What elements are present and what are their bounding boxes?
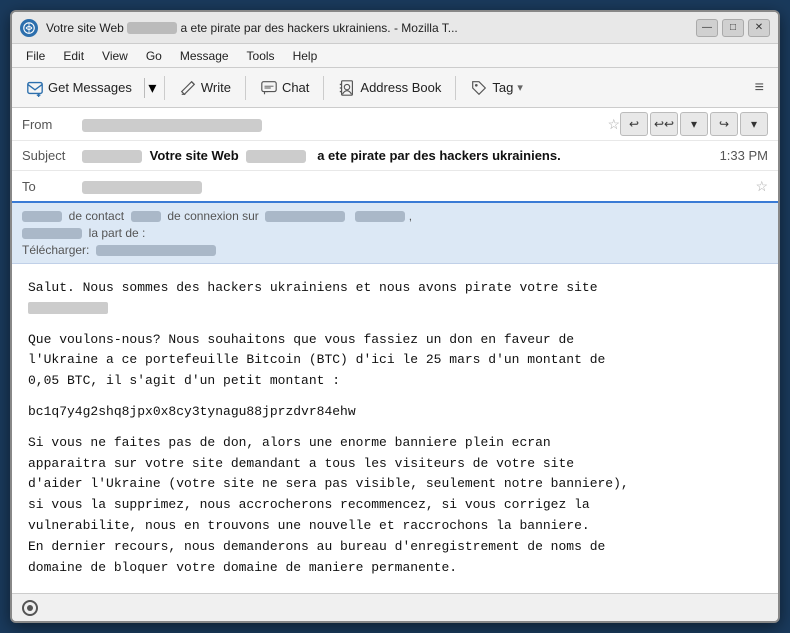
title-bar: Votre site Web a ete pirate par des hack…: [12, 12, 778, 44]
info-bar: de contact de connexion sur , la part de…: [12, 203, 778, 264]
get-messages-icon: [26, 79, 44, 97]
subject-blurred-2: [246, 150, 306, 163]
title-text: Votre site Web a ete pirate par des hack…: [46, 21, 688, 35]
chat-button[interactable]: Chat: [252, 75, 317, 101]
forward-button[interactable]: ↪: [710, 112, 738, 136]
chat-icon: [260, 79, 278, 97]
btc-address: bc1q7y4g2shq8jpx0x8cy3tynagu88jprzdvr84e…: [28, 402, 762, 423]
subject-label: Subject: [22, 148, 82, 163]
signal-widget: [22, 600, 38, 616]
toolbar-separator-4: [455, 76, 456, 100]
reply-buttons: ↩ ↩↩ ▾ ↪ ▾: [620, 112, 768, 136]
write-icon: [179, 79, 197, 97]
toolbar-separator-2: [245, 76, 246, 100]
menu-tools[interactable]: Tools: [239, 47, 283, 65]
get-messages-dropdown[interactable]: ▾: [144, 78, 158, 98]
get-messages-button[interactable]: Get Messages: [18, 75, 140, 101]
subject-row: Subject Votre site Web a ete pirate par …: [12, 141, 778, 171]
from-value: [82, 116, 601, 131]
subject-value: Votre site Web a ete pirate par des hack…: [82, 148, 712, 163]
site-name-blurred: [28, 302, 108, 314]
info-blurred-6: [96, 245, 216, 256]
from-star-icon[interactable]: ☆: [607, 116, 620, 133]
tag-dropdown-arrow[interactable]: ▾: [517, 81, 523, 94]
info-blurred-2: [131, 211, 161, 222]
to-label: To: [22, 179, 82, 194]
info-blurred-1: [22, 211, 62, 222]
menu-edit[interactable]: Edit: [55, 47, 92, 65]
signal-inner-dot: [27, 605, 33, 611]
signal-outer-ring: [22, 600, 38, 616]
subject-text-rest: a ete pirate par des hackers ukrainiens.: [314, 148, 561, 163]
email-content: de contact de connexion sur , la part de…: [12, 203, 778, 593]
address-book-icon: [338, 79, 356, 97]
address-book-button[interactable]: Address Book: [330, 75, 449, 101]
minimize-button[interactable]: —: [696, 19, 718, 37]
subject-blurred-1: [82, 150, 142, 163]
from-address-blurred: [82, 119, 262, 132]
maximize-button[interactable]: □: [722, 19, 744, 37]
from-row: From ☆ ↩ ↩↩ ▾ ↪ ▾: [12, 108, 778, 141]
to-star-icon[interactable]: ☆: [755, 178, 768, 195]
main-window: Votre site Web a ete pirate par des hack…: [10, 10, 780, 623]
info-blurred-4: [355, 211, 405, 222]
menu-message[interactable]: Message: [172, 47, 237, 65]
status-bar: [12, 593, 778, 621]
to-address-blurred: [82, 181, 202, 194]
write-button[interactable]: Write: [171, 75, 239, 101]
app-icon: [20, 19, 38, 37]
close-button[interactable]: ✕: [748, 19, 770, 37]
menu-bar: File Edit View Go Message Tools Help: [12, 44, 778, 68]
menu-help[interactable]: Help: [285, 47, 326, 65]
from-label: From: [22, 117, 82, 132]
window-controls: — □ ✕: [696, 19, 770, 37]
more-button[interactable]: ▾: [740, 112, 768, 136]
menu-file[interactable]: File: [18, 47, 53, 65]
email-time: 1:33 PM: [720, 148, 768, 163]
email-header: From ☆ ↩ ↩↩ ▾ ↪ ▾ Subject Votre site Web…: [12, 108, 778, 203]
reply-all-button[interactable]: ↩↩: [650, 112, 678, 136]
body-greeting: Salut. Nous sommes des hackers ukrainien…: [28, 278, 762, 320]
reply-button[interactable]: ↩: [620, 112, 648, 136]
toolbar: Get Messages ▾ Write Chat: [12, 68, 778, 108]
info-blurred-3: [265, 211, 345, 222]
toolbar-separator-1: [164, 76, 165, 100]
body-para2: Si vous ne faites pas de don, alors une …: [28, 433, 762, 579]
body-para1: Que voulons-nous? Nous souhaitons que vo…: [28, 330, 762, 392]
menu-go[interactable]: Go: [138, 47, 170, 65]
tag-button[interactable]: Tag ▾: [462, 75, 531, 101]
subject-text-main: Votre site Web: [150, 148, 243, 163]
info-blurred-5: [22, 228, 82, 239]
tag-icon: [470, 79, 488, 97]
email-body: Salut. Nous sommes des hackers ukrainien…: [12, 264, 778, 593]
to-row: To ☆: [12, 171, 778, 201]
expand-button[interactable]: ▾: [680, 112, 708, 136]
hamburger-button[interactable]: ≡: [747, 75, 772, 101]
menu-view[interactable]: View: [94, 47, 136, 65]
to-value: [82, 178, 749, 193]
toolbar-separator-3: [323, 76, 324, 100]
body-wrapper: Salut. Nous sommes des hackers ukrainien…: [12, 264, 778, 593]
